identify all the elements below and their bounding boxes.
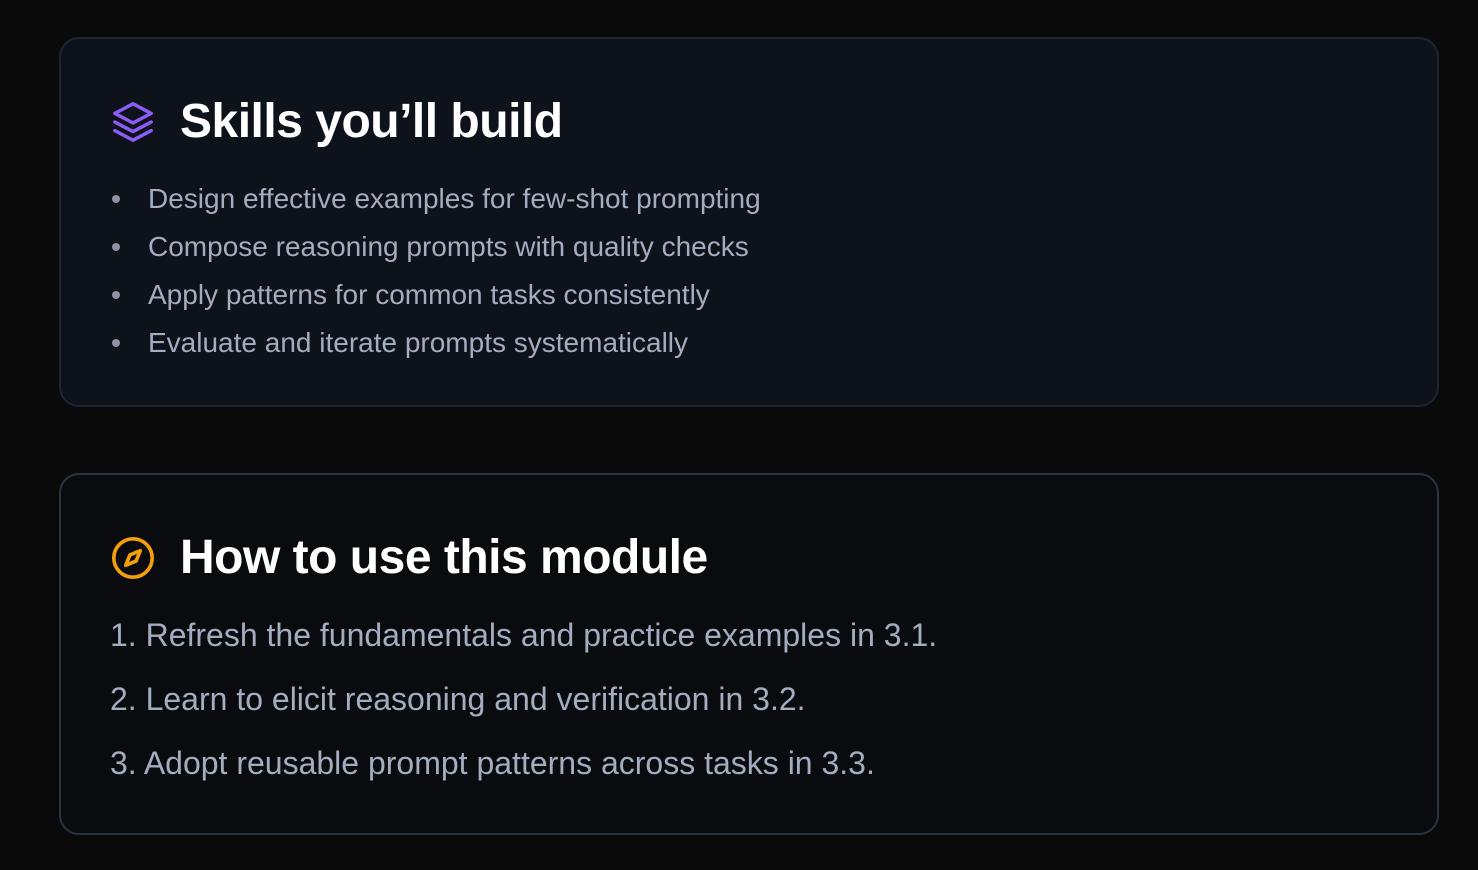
howto-title: How to use this module bbox=[180, 531, 708, 584]
skills-list-item-text: Design effective examples for few-shot p… bbox=[148, 183, 761, 214]
skills-list-item-text: Evaluate and iterate prompts systematica… bbox=[148, 327, 689, 358]
skills-list-item-text: Compose reasoning prompts with quality c… bbox=[148, 231, 749, 262]
howto-steps-list: 1. Refresh the fundamentals and practice… bbox=[110, 603, 937, 795]
skills-list-item: Evaluate and iterate prompts systematica… bbox=[110, 319, 761, 367]
bullet-dot bbox=[112, 291, 120, 299]
skills-list-item: Design effective examples for few-shot p… bbox=[110, 175, 761, 223]
bullet-dot bbox=[112, 243, 120, 251]
bullet-dot bbox=[112, 195, 120, 203]
howto-step-text: 1. Refresh the fundamentals and practice… bbox=[110, 617, 938, 653]
howto-step-text: 3. Adopt reusable prompt patterns across… bbox=[110, 745, 875, 781]
skills-list-item: Compose reasoning prompts with quality c… bbox=[110, 223, 761, 271]
howto-step: 2. Learn to elicit reasoning and verific… bbox=[110, 667, 937, 731]
howto-card: How to use this module 1. Refresh the fu… bbox=[59, 473, 1439, 835]
howto-header: How to use this module bbox=[110, 530, 708, 586]
layers-icon bbox=[110, 99, 156, 145]
skills-card: Skills you’ll build Design effective exa… bbox=[59, 37, 1439, 407]
skills-list-item-text: Apply patterns for common tasks consiste… bbox=[148, 279, 710, 310]
compass-icon bbox=[110, 535, 156, 581]
howto-step-text: 2. Learn to elicit reasoning and verific… bbox=[110, 681, 806, 717]
bullet-dot bbox=[112, 339, 120, 347]
howto-step: 1. Refresh the fundamentals and practice… bbox=[110, 603, 937, 667]
howto-step: 3. Adopt reusable prompt patterns across… bbox=[110, 731, 937, 795]
skills-list-item: Apply patterns for common tasks consiste… bbox=[110, 271, 761, 319]
skills-header: Skills you’ll build bbox=[110, 94, 563, 150]
skills-title: Skills you’ll build bbox=[180, 95, 563, 148]
skills-list: Design effective examples for few-shot p… bbox=[110, 175, 761, 367]
